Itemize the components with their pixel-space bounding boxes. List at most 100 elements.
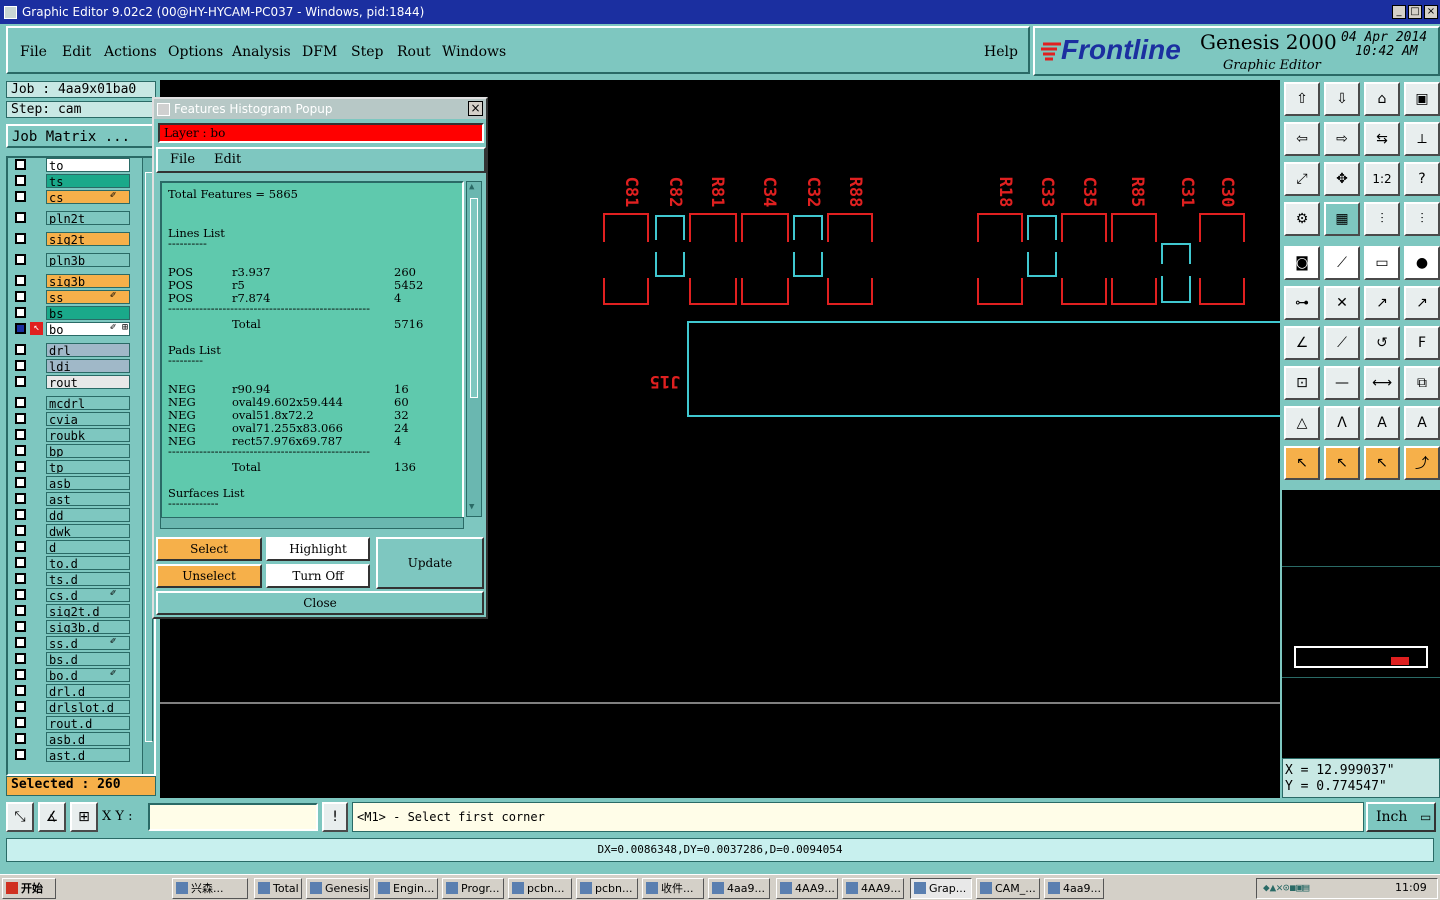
layer-name[interactable]: asb xyxy=(46,476,130,490)
popup-close-icon[interactable]: × xyxy=(468,101,483,116)
layer-name[interactable]: bs xyxy=(46,306,130,320)
layer-row[interactable]: asb xyxy=(12,476,130,490)
layer-name[interactable]: drlslot.d xyxy=(46,700,130,714)
help-icon[interactable]: ? xyxy=(1404,162,1440,196)
layer-row[interactable]: ss.d ✐ xyxy=(12,636,130,650)
list-horizontal-scrollbar[interactable] xyxy=(160,517,464,529)
layer-checkbox[interactable] xyxy=(15,344,26,355)
layer-row[interactable]: d xyxy=(12,540,130,554)
layer-name[interactable]: to.d xyxy=(46,556,130,570)
units-select[interactable]: Inch ▭ xyxy=(1366,802,1436,832)
taskbar-item[interactable]: 兴森... xyxy=(172,878,248,899)
snap-mode-icon[interactable]: ⤡ xyxy=(6,802,34,832)
route-icon[interactable]: ⤴ xyxy=(1404,446,1440,480)
zoom-icon[interactable]: ✥ xyxy=(1324,162,1360,196)
grid-mode-icon[interactable]: ⊞ xyxy=(70,802,98,832)
edit-shape-icon[interactable]: ⟋ xyxy=(1324,246,1360,280)
taskbar-item[interactable]: Total ... xyxy=(254,878,302,899)
layer-checkbox[interactable] xyxy=(15,413,26,424)
job-matrix-button[interactable]: Job Matrix ... xyxy=(6,124,156,148)
layer-checkbox[interactable] xyxy=(15,605,26,616)
layer-name[interactable]: rout.d xyxy=(46,716,130,730)
layer-row[interactable]: pln2t xyxy=(12,211,130,225)
layer-checkbox[interactable] xyxy=(15,525,26,536)
layer-row[interactable]: to xyxy=(12,158,130,172)
layer-row[interactable]: drl xyxy=(12,343,130,357)
layer-row[interactable]: ldi xyxy=(12,359,130,373)
turn-off-button[interactable]: Turn Off xyxy=(266,564,370,588)
layer-name[interactable]: rout xyxy=(46,375,130,389)
layer-name[interactable]: drl.d xyxy=(46,684,130,698)
layer-checkbox[interactable] xyxy=(15,445,26,456)
layer-row[interactable]: roubk xyxy=(12,428,130,442)
alert-icon[interactable]: ! xyxy=(322,802,348,832)
taskbar-item[interactable]: Grap... xyxy=(910,878,972,899)
layers-alt-icon[interactable]: ⫶ xyxy=(1404,202,1440,236)
taskbar-item[interactable]: 4aa9... xyxy=(1044,878,1104,899)
layer-name[interactable]: cs.d xyxy=(46,588,130,602)
layer-checkbox[interactable] xyxy=(15,509,26,520)
layer-row[interactable]: mcdrl xyxy=(12,396,130,410)
pan-left-icon[interactable]: ⇦ xyxy=(1284,122,1320,156)
layer-row[interactable]: dwk xyxy=(12,524,130,538)
layer-name[interactable]: to xyxy=(46,158,130,172)
letter-a-icon[interactable]: A xyxy=(1364,406,1400,440)
scale-icon[interactable]: 1:2 xyxy=(1364,162,1400,196)
layer-checkbox[interactable] xyxy=(15,621,26,632)
layer-row[interactable]: asb.d xyxy=(12,732,130,746)
layer-row[interactable]: cs.d ✐ xyxy=(12,588,130,602)
layer-row[interactable]: ts.d xyxy=(12,572,130,586)
angle-icon[interactable]: ∠ xyxy=(1284,326,1320,360)
layer-checkbox[interactable] xyxy=(15,307,26,318)
layer-name[interactable]: tp xyxy=(46,460,130,474)
layer-checkbox[interactable] xyxy=(15,233,26,244)
arc-icon[interactable]: ↺ xyxy=(1364,326,1400,360)
layer-row[interactable]: rout xyxy=(12,375,130,389)
minimize-button[interactable]: _ xyxy=(1392,5,1406,19)
layer-checkbox[interactable] xyxy=(15,685,26,696)
layer-name[interactable]: cvia xyxy=(46,412,130,426)
group-icon[interactable]: ⧉ xyxy=(1404,366,1440,400)
layer-checkbox[interactable] xyxy=(15,291,26,302)
layer-checkbox[interactable] xyxy=(15,275,26,286)
layer-row[interactable]: ast xyxy=(12,492,130,506)
menu-actions[interactable]: Actions xyxy=(104,44,157,60)
house-icon[interactable]: ⌂ xyxy=(1364,82,1400,116)
layer-checkbox[interactable] xyxy=(15,493,26,504)
line-icon[interactable]: ⟋ xyxy=(1324,326,1360,360)
taskbar-item[interactable]: 4AA9... xyxy=(776,878,838,899)
layer-row[interactable]: sig3b xyxy=(12,274,130,288)
layer-name[interactable]: ast.d xyxy=(46,748,130,762)
layer-name[interactable]: ast xyxy=(46,492,130,506)
layer-row[interactable]: sig2t.d xyxy=(12,604,130,618)
layer-name[interactable]: asb.d xyxy=(46,732,130,746)
scroll-up-icon[interactable]: ▲ xyxy=(469,182,474,192)
layer-name[interactable]: sig2t xyxy=(46,232,130,246)
taskbar-item[interactable]: 4aa9... xyxy=(708,878,770,899)
tools-icon[interactable]: ⚙ xyxy=(1284,202,1320,236)
layer-checkbox[interactable] xyxy=(15,254,26,265)
hline-icon[interactable]: — xyxy=(1324,366,1360,400)
layer-row[interactable]: pln3b xyxy=(12,253,130,267)
layer-checkbox[interactable] xyxy=(15,573,26,584)
popup-menu-edit[interactable]: Edit xyxy=(214,152,241,167)
taskbar-item[interactable]: pcbn... xyxy=(508,878,572,899)
layer-name[interactable]: ts xyxy=(46,174,130,188)
pointer-circle-icon[interactable]: ↖ xyxy=(1364,446,1400,480)
layer-checkbox[interactable] xyxy=(15,323,26,334)
layer-checkbox[interactable] xyxy=(15,397,26,408)
home-icon[interactable]: ⇧ xyxy=(1284,82,1320,116)
layer-checkbox[interactable] xyxy=(15,589,26,600)
layer-row[interactable]: sig2t xyxy=(12,232,130,246)
layer-checkbox[interactable] xyxy=(15,429,26,440)
layers-icon[interactable]: ⫶ xyxy=(1364,202,1400,236)
layer-row[interactable]: sig3b.d xyxy=(12,620,130,634)
cross-icon[interactable]: ✕ xyxy=(1324,286,1360,320)
layer-name[interactable]: ss xyxy=(46,290,130,304)
peak-icon[interactable]: Λ xyxy=(1324,406,1360,440)
taskbar-item[interactable]: Progr... xyxy=(442,878,504,899)
font-icon[interactable]: F xyxy=(1404,326,1440,360)
layer-row[interactable]: drl.d xyxy=(12,684,130,698)
layer-row[interactable]: dd xyxy=(12,508,130,522)
link-alt-icon[interactable]: ↗ xyxy=(1404,286,1440,320)
